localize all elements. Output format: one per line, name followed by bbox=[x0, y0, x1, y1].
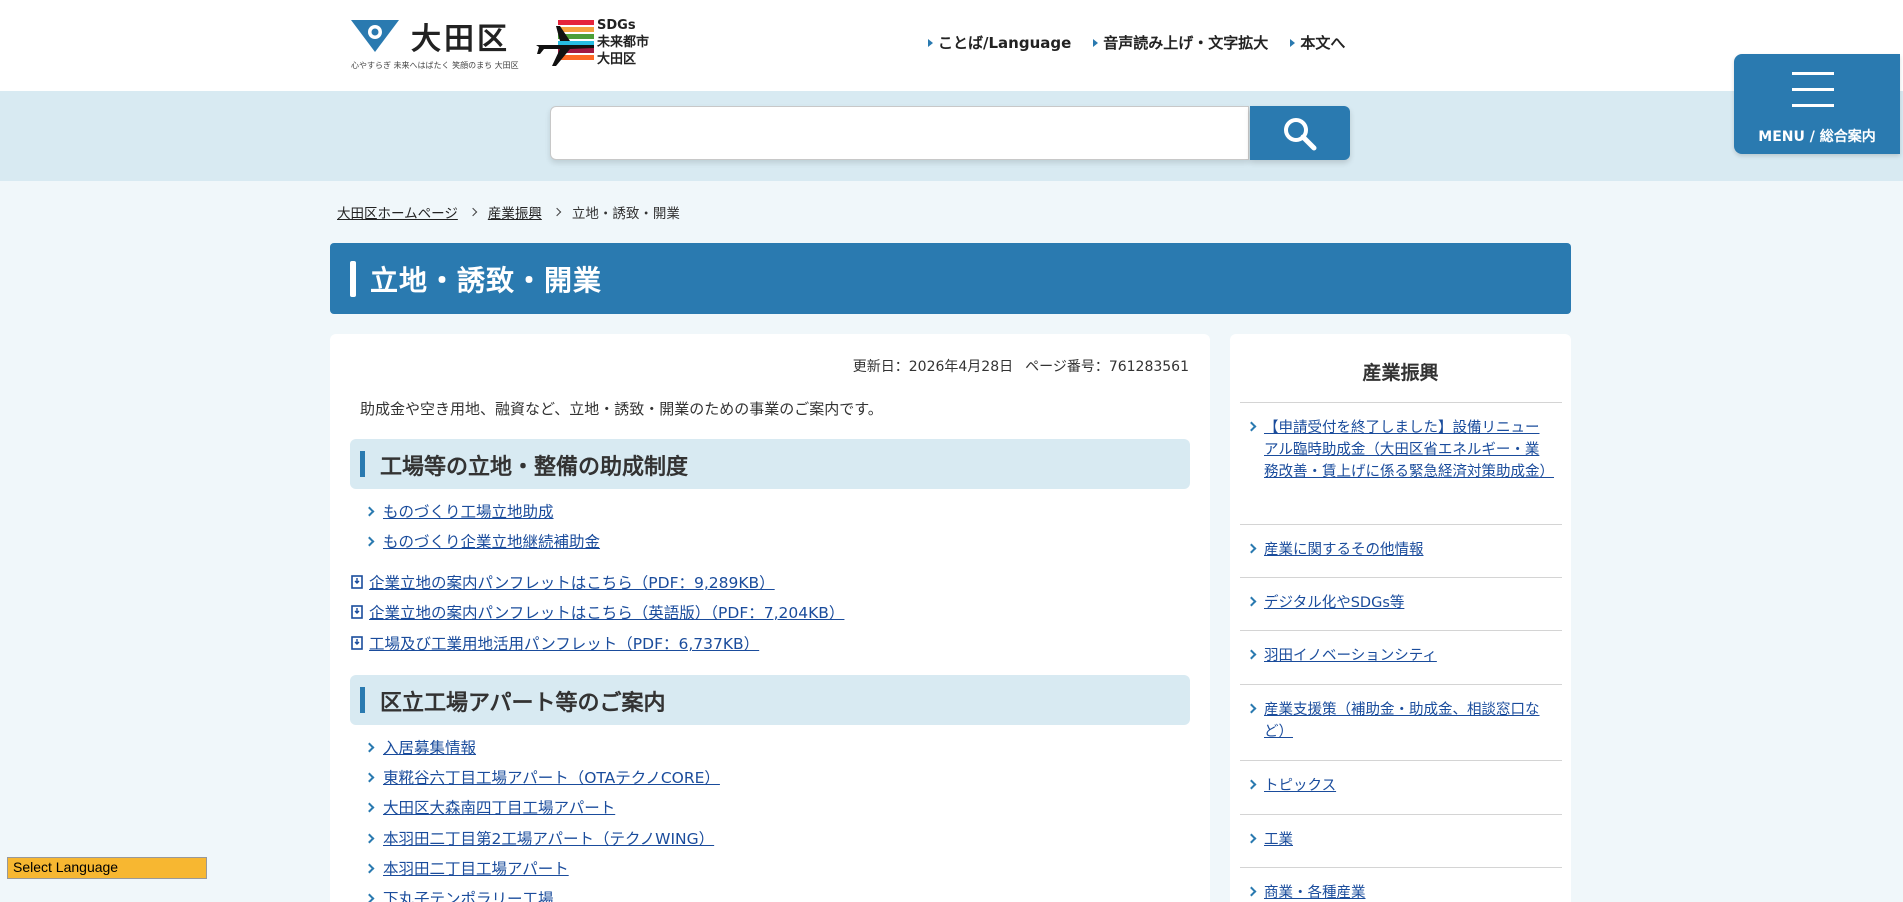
breadcrumb-home[interactable]: 大田区ホームページ bbox=[337, 202, 458, 222]
sidebar-item[interactable]: 商業・各種産業 bbox=[1240, 867, 1562, 902]
chevron-right-icon bbox=[1246, 703, 1257, 714]
list-item[interactable]: 大田区大森南四丁目工場アパート bbox=[364, 796, 615, 818]
list-item[interactable]: ものづくり企業立地継続補助金 bbox=[364, 530, 600, 552]
list-item[interactable]: 下丸子テンポラリー工場 bbox=[364, 887, 554, 902]
pdf-link[interactable]: 企業立地の案内パンフレットはこちら（PDF：9,289KB） bbox=[351, 571, 775, 593]
intro-text: 助成金や空き用地、融資など、立地・誘致・開業のための事業のご案内です。 bbox=[360, 400, 883, 418]
sidebar-item[interactable]: 羽田イノベーションシティ bbox=[1240, 630, 1562, 684]
chevron-right-icon bbox=[1246, 543, 1257, 554]
pdf-icon bbox=[351, 605, 363, 619]
menu-label: MENU / 総合案内 bbox=[1758, 129, 1876, 145]
chevron-right-icon bbox=[1246, 596, 1257, 607]
language-link[interactable]: ことば/Language bbox=[928, 32, 1071, 53]
sidebar-item[interactable]: 産業支援策（補助金・助成金、相談窓口など） bbox=[1240, 684, 1562, 760]
chevron-right-icon bbox=[364, 536, 375, 546]
chevron-right-icon bbox=[364, 863, 375, 873]
list-item[interactable]: ものづくり工場立地助成 bbox=[364, 500, 554, 522]
language-select[interactable]: Select Language bbox=[7, 857, 207, 879]
updated-date: 更新日：2026年4月28日 bbox=[852, 359, 1014, 375]
chevron-right-icon bbox=[1246, 886, 1257, 897]
sidebar-item[interactable]: 工業 bbox=[1240, 814, 1562, 867]
chevron-right-icon bbox=[1246, 421, 1257, 432]
page-meta: 更新日：2026年4月28日 ページ番号：761283561 bbox=[853, 356, 1189, 376]
chevron-right-icon bbox=[1246, 779, 1257, 790]
pdf-icon bbox=[351, 575, 363, 589]
breadcrumb-industry[interactable]: 産業振興 bbox=[488, 202, 542, 222]
chevron-right-icon bbox=[1246, 833, 1257, 844]
list-item[interactable]: 東糀谷六丁目工場アパート（OTAテクノCORE） bbox=[364, 766, 720, 788]
chevron-right-icon bbox=[1246, 649, 1257, 660]
page-number: ページ番号：761283561 bbox=[1025, 359, 1189, 375]
chevron-right-icon bbox=[364, 833, 375, 843]
triangle-right-icon bbox=[1093, 38, 1099, 47]
accessibility-link[interactable]: 音声読み上げ・文字拡大 bbox=[1093, 32, 1268, 53]
search-band bbox=[0, 91, 1903, 181]
chevron-right-icon bbox=[468, 207, 478, 217]
pdf-link[interactable]: 企業立地の案内パンフレットはこちら（英語版）（PDF：7,204KB） bbox=[351, 601, 844, 623]
breadcrumb: 大田区ホームページ 産業振興 立地・誘致・開業 bbox=[337, 202, 680, 222]
list-item[interactable]: 入居募集情報 bbox=[364, 736, 476, 758]
ota-emblem-icon bbox=[351, 20, 399, 52]
menu-button[interactable]: MENU / 総合案内 bbox=[1734, 54, 1900, 154]
sidebar-item[interactable]: トピックス bbox=[1240, 760, 1562, 814]
page-title-banner: 立地・誘致・開業 bbox=[330, 243, 1571, 314]
sidebar-item[interactable]: 【申請受付を終了しました】設備リニューアル臨時助成金（大田区省エネルギー・業務改… bbox=[1240, 402, 1562, 524]
logo-title: 大田区 bbox=[411, 22, 510, 57]
chevron-right-icon bbox=[364, 772, 375, 782]
search-button[interactable] bbox=[1250, 106, 1350, 160]
sidebar-title: 産業振興 bbox=[1362, 362, 1439, 384]
chevron-right-icon bbox=[552, 207, 562, 217]
utility-nav: ことば/Language 音声読み上げ・文字拡大 本文へ bbox=[928, 32, 1345, 53]
sdgs-plane-icon bbox=[536, 20, 594, 66]
pdf-link[interactable]: 工場及び工業用地活用パンフレット（PDF：6,737KB） bbox=[351, 632, 759, 654]
triangle-right-icon bbox=[1290, 38, 1296, 47]
section-heading: 区立工場アパート等のご案内 bbox=[350, 675, 1190, 725]
search-icon bbox=[1284, 118, 1317, 151]
chevron-right-icon bbox=[364, 742, 375, 752]
main-content: 更新日：2026年4月28日 ページ番号：761283561 助成金や空き用地、融… bbox=[330, 334, 1210, 902]
page-title: 立地・誘致・開業 bbox=[370, 264, 603, 297]
site-logo[interactable]: 大田区 心やすらぎ 未来へはばたく 笑顔のまち 大田区 SDGs 未来都市 大田… bbox=[349, 14, 649, 74]
sidebar-item[interactable]: 産業に関するその他情報 bbox=[1240, 524, 1562, 577]
sdgs-label: SDGs 未来都市 大田区 bbox=[597, 18, 650, 67]
list-item[interactable]: 本羽田二丁目第2工場アパート（テクノWING） bbox=[364, 827, 714, 849]
site-header: 大田区 心やすらぎ 未来へはばたく 笑顔のまち 大田区 SDGs 未来都市 大田… bbox=[0, 0, 1903, 91]
chevron-right-icon bbox=[364, 802, 375, 812]
pdf-icon bbox=[351, 636, 363, 650]
chevron-right-icon bbox=[364, 893, 375, 902]
chevron-right-icon bbox=[364, 506, 375, 516]
section-heading: 工場等の立地・整備の助成制度 bbox=[350, 439, 1190, 489]
search-input[interactable] bbox=[550, 106, 1249, 160]
sidebar-item[interactable]: デジタル化やSDGs等 bbox=[1240, 577, 1562, 630]
list-item[interactable]: 本羽田二丁目工場アパート bbox=[364, 857, 569, 879]
breadcrumb-current: 立地・誘致・開業 bbox=[571, 206, 680, 222]
hamburger-icon bbox=[1792, 72, 1834, 108]
sidebar: 産業振興 【申請受付を終了しました】設備リニューアル臨時助成金（大田区省エネルギ… bbox=[1230, 334, 1571, 902]
skip-to-content-link[interactable]: 本文へ bbox=[1290, 32, 1345, 53]
triangle-right-icon bbox=[928, 38, 933, 47]
logo-tagline: 心やすらぎ 未来へはばたく 笑顔のまち 大田区 bbox=[351, 61, 519, 70]
